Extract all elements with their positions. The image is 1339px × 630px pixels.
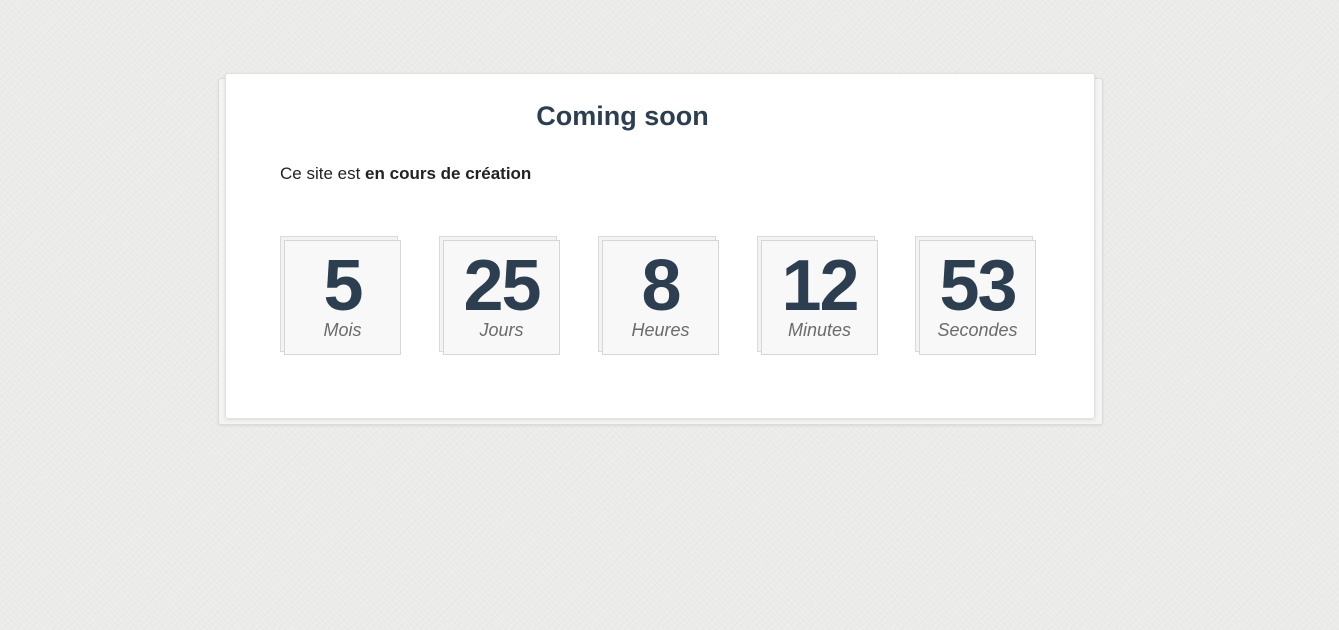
- countdown-months: 5 Mois: [280, 236, 402, 356]
- countdown-seconds-value: 53: [939, 246, 1017, 326]
- countdown-hours-label: Heures: [631, 320, 690, 340]
- intro-prefix: Ce site est: [280, 164, 366, 183]
- coming-soon-card: Coming soon Ce site est en cours de créa…: [225, 73, 1095, 419]
- countdown-hours: 8 Heures: [598, 236, 720, 356]
- countdown-minutes-value: 12: [781, 246, 859, 326]
- intro-text: Ce site est en cours de création: [280, 164, 531, 184]
- countdown-days: 25 Jours: [439, 236, 561, 356]
- countdown-minutes: 12 Minutes: [757, 236, 879, 356]
- page-title: Coming soon: [536, 101, 709, 131]
- countdown-hours-value: 8: [641, 246, 681, 326]
- countdown-minutes-label: Minutes: [787, 320, 852, 340]
- countdown-days-label: Jours: [479, 320, 524, 340]
- intro-bold: en cours de création: [365, 164, 532, 183]
- countdown-seconds-label: Secondes: [937, 320, 1018, 340]
- countdown-months-value: 5: [323, 246, 363, 326]
- countdown-days-value: 25: [463, 246, 541, 326]
- countdown-months-label: Mois: [323, 320, 362, 340]
- countdown-seconds: 53 Secondes: [915, 236, 1037, 356]
